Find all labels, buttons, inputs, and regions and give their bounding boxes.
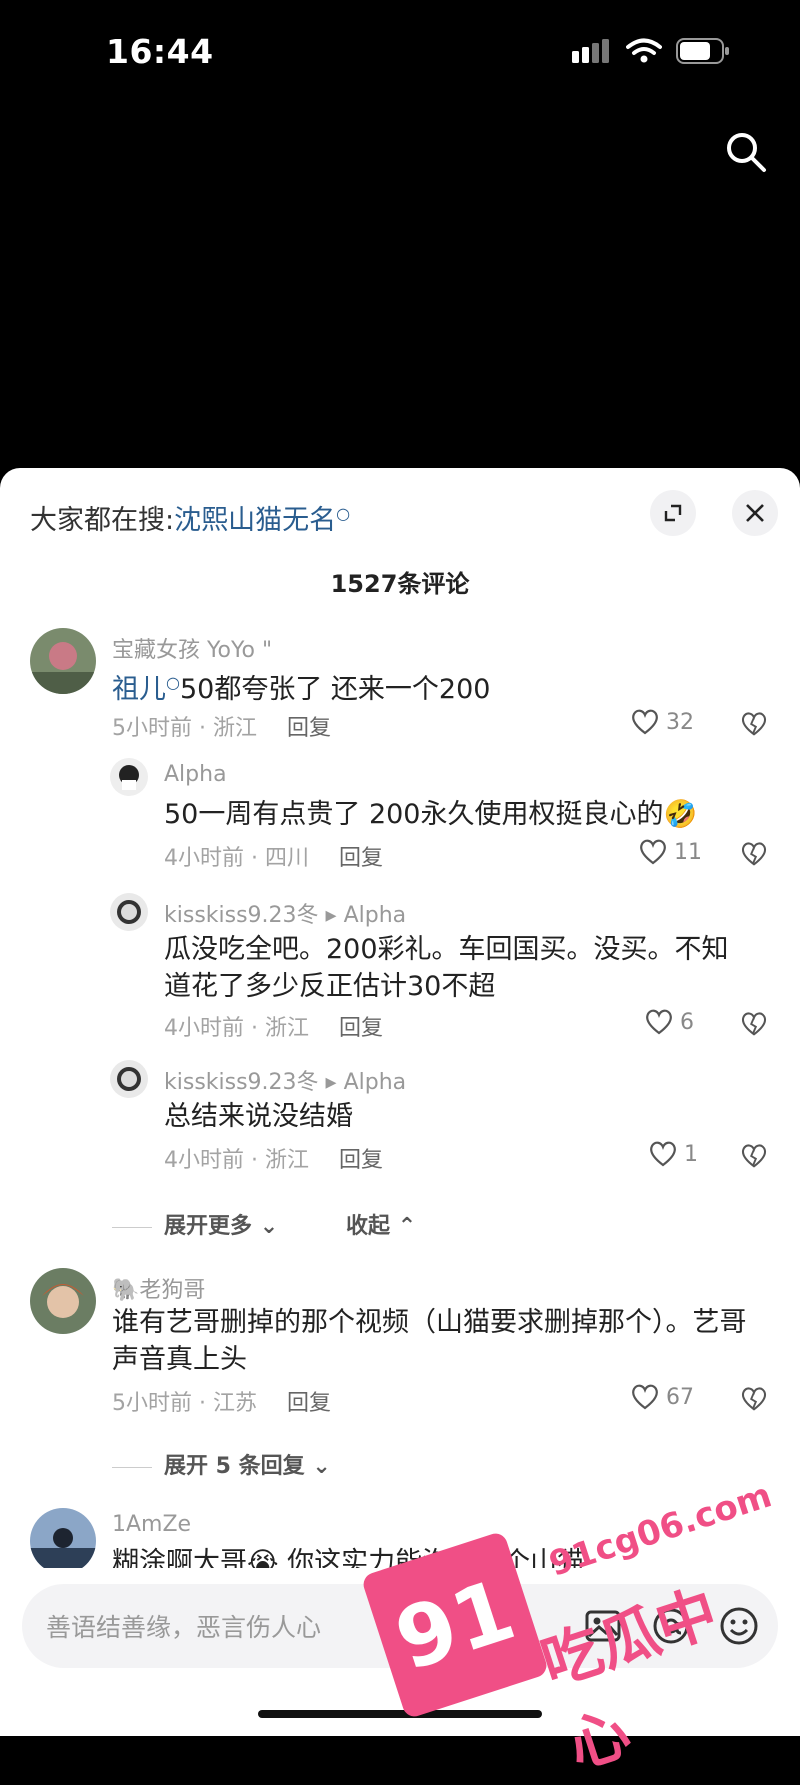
watermark-badge: 91	[360, 1530, 550, 1720]
close-icon	[746, 504, 764, 522]
reply-author[interactable]: kisskiss9.23冬	[164, 903, 319, 928]
reply-meta: 4小时前 · 浙江 回复	[164, 1142, 383, 1174]
reply-time-location: 4小时前 · 浙江	[164, 1016, 309, 1041]
chevron-down-icon: ⌄	[259, 1214, 279, 1239]
expand-more-label: 展开更多	[164, 1214, 253, 1239]
reply-author[interactable]: kisskiss9.23冬	[164, 1070, 319, 1095]
reply-button[interactable]: 回复	[339, 1016, 383, 1041]
comment-author[interactable]: 老狗哥	[139, 1278, 205, 1303]
status-icons	[572, 38, 730, 64]
reply-meta: 4小时前 · 浙江 回复	[164, 1010, 383, 1042]
collapse-button[interactable]: 收起 ⌃	[346, 1208, 416, 1240]
dislike-icon[interactable]	[740, 1385, 768, 1413]
like-button[interactable]: 11	[638, 838, 702, 866]
reply-item: kisskiss9.23冬 ▸ Alpha 瓜没吃全吧。200彩礼。车回国买。没…	[0, 893, 800, 1048]
avatar[interactable]	[30, 628, 96, 694]
comment-item: 宝藏女孩 YoYo " 祖儿○50都夸张了 还来一个200 5小时前 · 浙江 回…	[0, 628, 800, 748]
search-icon: ○	[336, 504, 351, 523]
elephant-icon: 🐘	[112, 1278, 140, 1303]
like-button[interactable]: 6	[644, 1008, 694, 1036]
reply-arrow-icon: ▸	[325, 1070, 337, 1095]
hot-search-term[interactable]: 沈熙山猫无名	[174, 505, 336, 536]
reply-target[interactable]: Alpha	[344, 903, 407, 928]
status-time: 16:44	[106, 32, 214, 71]
signal-icon	[572, 39, 609, 63]
reply-button[interactable]: 回复	[287, 1391, 331, 1416]
reply-arrow-icon: ▸	[325, 903, 337, 928]
reply-item: Alpha 50一周有点贵了 200永久使用权挺良心的🤣 4小时前 · 四川 回复…	[0, 758, 800, 878]
watermark-number: 91	[384, 1560, 526, 1690]
search-icon: ○	[166, 673, 180, 692]
mention-link[interactable]: 祖儿	[112, 674, 166, 705]
status-bar: 16:44	[0, 0, 800, 110]
dislike-icon[interactable]	[740, 1142, 768, 1170]
avatar[interactable]	[30, 1508, 96, 1574]
heart-icon	[640, 839, 666, 865]
reply-item: kisskiss9.23冬 ▸ Alpha 总结来说没结婚 4小时前 · 浙江 回…	[0, 1060, 800, 1178]
expand-more-button[interactable]: 展开更多 ⌄	[112, 1208, 278, 1240]
like-count: 6	[680, 1009, 694, 1035]
reply-target[interactable]: Alpha	[344, 1070, 407, 1095]
reply-button[interactable]: 回复	[287, 716, 331, 741]
comment-body: 50都夸张了 还来一个200	[179, 674, 491, 705]
heart-icon	[632, 709, 658, 735]
avatar[interactable]	[110, 893, 148, 931]
dislike-icon[interactable]	[740, 710, 768, 738]
avatar[interactable]	[110, 758, 148, 796]
like-count: 67	[666, 1384, 694, 1410]
like-button[interactable]: 1	[648, 1140, 698, 1168]
like-button[interactable]: 32	[630, 708, 694, 736]
like-count: 1	[684, 1141, 698, 1167]
reply-time-location: 4小时前 · 四川	[164, 846, 309, 871]
avatar[interactable]	[30, 1268, 96, 1334]
divider-line	[112, 1226, 152, 1228]
chevron-up-icon: ⌃	[397, 1214, 417, 1239]
reply-time-location: 4小时前 · 浙江	[164, 1148, 309, 1173]
comment-text[interactable]: 祖儿○50都夸张了 还来一个200	[112, 664, 752, 708]
comment-username[interactable]: 宝藏女孩 YoYo "	[112, 632, 272, 664]
comment-time-location: 5小时前 · 浙江	[112, 716, 257, 741]
reply-username[interactable]: kisskiss9.23冬 ▸ Alpha	[164, 1064, 406, 1096]
comment-meta: 5小时前 · 江苏 回复	[112, 1385, 331, 1417]
like-count: 11	[674, 839, 702, 865]
comment-count: 1527条评论	[330, 570, 470, 598]
comment-text[interactable]: 谁有艺哥删掉的那个视频（山猫要求删掉那个）。艺哥声音真上头	[112, 1304, 762, 1378]
hot-search[interactable]: 大家都在搜:沈熙山猫无名○	[30, 498, 350, 537]
battery-icon	[676, 38, 729, 64]
expand-button[interactable]	[650, 490, 696, 536]
collapse-label: 收起	[346, 1214, 391, 1239]
like-button[interactable]: 67	[630, 1383, 694, 1411]
reply-button[interactable]: 回复	[339, 846, 383, 871]
reply-username[interactable]: kisskiss9.23冬 ▸ Alpha	[164, 897, 406, 929]
comment-meta: 5小时前 · 浙江 回复	[112, 710, 331, 742]
comment-item: 🐘老狗哥 谁有艺哥删掉的那个视频（山猫要求删掉那个）。艺哥声音真上头 5小时前 …	[0, 1268, 800, 1418]
avatar[interactable]	[110, 1060, 148, 1098]
heart-icon	[646, 1009, 672, 1035]
expand-icon	[664, 504, 682, 522]
like-count: 32	[666, 709, 694, 735]
reply-username[interactable]: Alpha	[164, 762, 227, 787]
reply-meta: 4小时前 · 四川 回复	[164, 840, 383, 872]
dislike-icon[interactable]	[740, 1010, 768, 1038]
comment-username[interactable]: 1AmZe	[112, 1512, 191, 1537]
watermark: 91 91cg06.com 吃瓜中心	[360, 1475, 780, 1782]
comment-time-location: 5小时前 · 江苏	[112, 1391, 257, 1416]
reply-text[interactable]: 50一周有点贵了 200永久使用权挺良心的🤣	[164, 796, 754, 833]
expand-replies-label: 展开 5 条回复	[164, 1454, 305, 1479]
reply-text[interactable]: 瓜没吃全吧。200彩礼。车回国买。没买。不知道花了多少反正估计30不超	[164, 931, 754, 1005]
hot-search-prefix: 大家都在搜:	[30, 505, 175, 536]
dislike-icon[interactable]	[740, 840, 768, 868]
reply-button[interactable]: 回复	[339, 1148, 383, 1173]
heart-icon	[650, 1141, 676, 1167]
comment-username[interactable]: 🐘老狗哥	[112, 1272, 205, 1304]
chevron-down-icon: ⌄	[312, 1454, 331, 1479]
reply-text[interactable]: 总结来说没结婚	[164, 1098, 754, 1135]
watermark-name: 吃瓜中心	[533, 1577, 726, 1783]
heart-icon	[632, 1384, 658, 1410]
wifi-icon	[626, 38, 662, 63]
divider-line	[112, 1466, 152, 1468]
close-button[interactable]	[732, 490, 778, 536]
search-icon[interactable]	[722, 128, 770, 176]
expand-replies-button[interactable]: 展开 5 条回复 ⌄	[112, 1448, 331, 1480]
